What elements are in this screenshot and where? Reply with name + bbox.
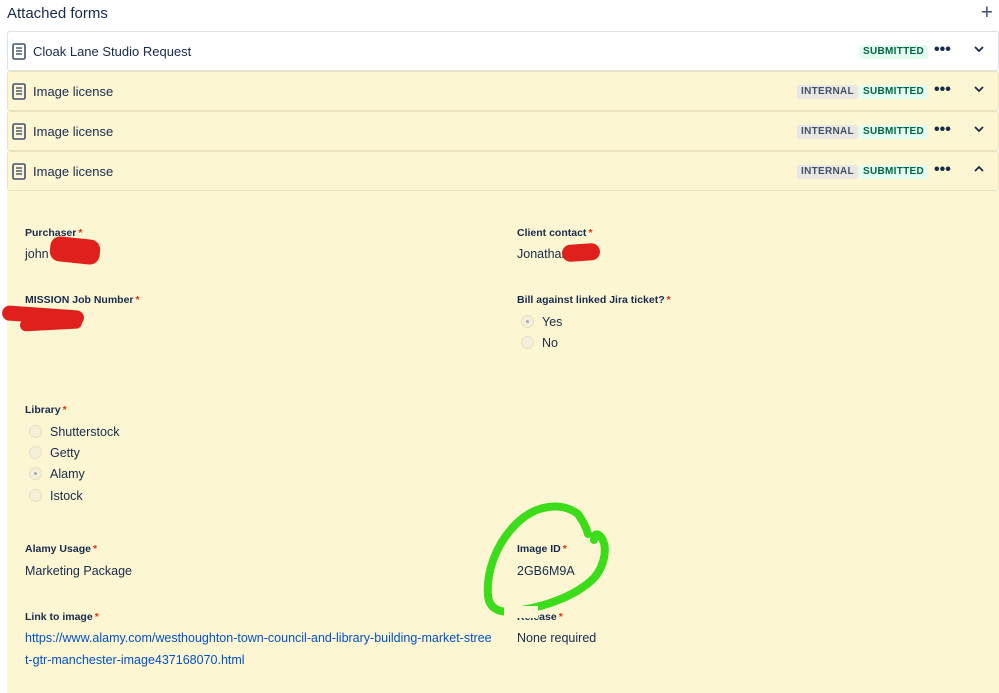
- chevron-down-icon[interactable]: [972, 42, 986, 56]
- client-contact-label: Client contact *: [517, 227, 593, 239]
- bill-against-label: Bill against linked Jira ticket? *: [517, 294, 671, 306]
- radio-no[interactable]: [521, 336, 534, 349]
- redaction-mark: [48, 235, 102, 266]
- radio-no-label: No: [542, 336, 558, 350]
- link-to-image-label: Link to image *: [25, 611, 99, 623]
- attached-forms-header: Attached forms +: [0, 0, 999, 30]
- form-name: Cloak Lane Studio Request: [33, 44, 192, 59]
- document-icon: [12, 163, 26, 180]
- more-icon[interactable]: •••: [934, 161, 951, 179]
- release-value: None required: [517, 631, 597, 645]
- plus-icon[interactable]: +: [981, 1, 993, 25]
- status-badge: SUBMITTED: [859, 85, 929, 99]
- form-row-image-license-2[interactable]: Image license INTERNAL SUBMITTED •••: [7, 111, 999, 151]
- mission-job-number-label: MISSION Job Number *: [25, 294, 140, 306]
- form-name: Image license: [33, 164, 114, 179]
- status-badge: SUBMITTED: [859, 165, 929, 179]
- alamy-usage-label: Alamy Usage *: [25, 543, 98, 555]
- internal-badge: INTERNAL: [797, 125, 858, 139]
- alamy-usage-value: Marketing Package: [25, 564, 133, 578]
- radio-getty-label: Getty: [50, 446, 80, 460]
- document-icon: [12, 43, 26, 60]
- form-row-image-license-3[interactable]: Image license INTERNAL SUBMITTED •••: [7, 151, 999, 191]
- radio-yes[interactable]: [521, 315, 534, 328]
- form-name: Image license: [33, 84, 114, 99]
- more-icon[interactable]: •••: [934, 121, 951, 139]
- internal-badge: INTERNAL: [797, 85, 858, 99]
- form-row-cloak-lane[interactable]: Cloak Lane Studio Request SUBMITTED •••: [7, 31, 999, 71]
- document-icon: [12, 83, 26, 100]
- radio-istock[interactable]: [29, 489, 42, 502]
- radio-alamy-label: Alamy: [50, 467, 85, 481]
- status-badge: SUBMITTED: [859, 125, 929, 139]
- client-contact-value: Jonathan: [517, 247, 569, 261]
- chevron-down-icon[interactable]: [972, 122, 986, 136]
- radio-shutterstock[interactable]: [29, 425, 42, 438]
- more-icon[interactable]: •••: [934, 41, 951, 59]
- image-link[interactable]: https://www.alamy.com/westhoughton-town-…: [25, 627, 495, 671]
- radio-getty[interactable]: [29, 446, 42, 459]
- library-label: Library *: [25, 404, 67, 416]
- internal-badge: INTERNAL: [797, 165, 858, 179]
- more-icon[interactable]: •••: [934, 81, 951, 99]
- form-row-image-license-1[interactable]: Image license INTERNAL SUBMITTED •••: [7, 71, 999, 111]
- radio-yes-label: Yes: [542, 315, 563, 329]
- form-name: Image license: [33, 124, 114, 139]
- radio-alamy[interactable]: [29, 467, 42, 480]
- chevron-down-icon[interactable]: [972, 82, 986, 96]
- document-icon: [12, 123, 26, 140]
- section-title: Attached forms: [7, 5, 108, 22]
- status-badge: SUBMITTED: [859, 45, 929, 59]
- purchaser-value: john: [25, 247, 49, 261]
- highlight-circle: [483, 502, 609, 618]
- radio-shutterstock-label: Shutterstock: [50, 425, 120, 439]
- chevron-up-icon[interactable]: [972, 162, 986, 176]
- radio-istock-label: Istock: [50, 489, 83, 503]
- redaction-mark: [561, 242, 601, 263]
